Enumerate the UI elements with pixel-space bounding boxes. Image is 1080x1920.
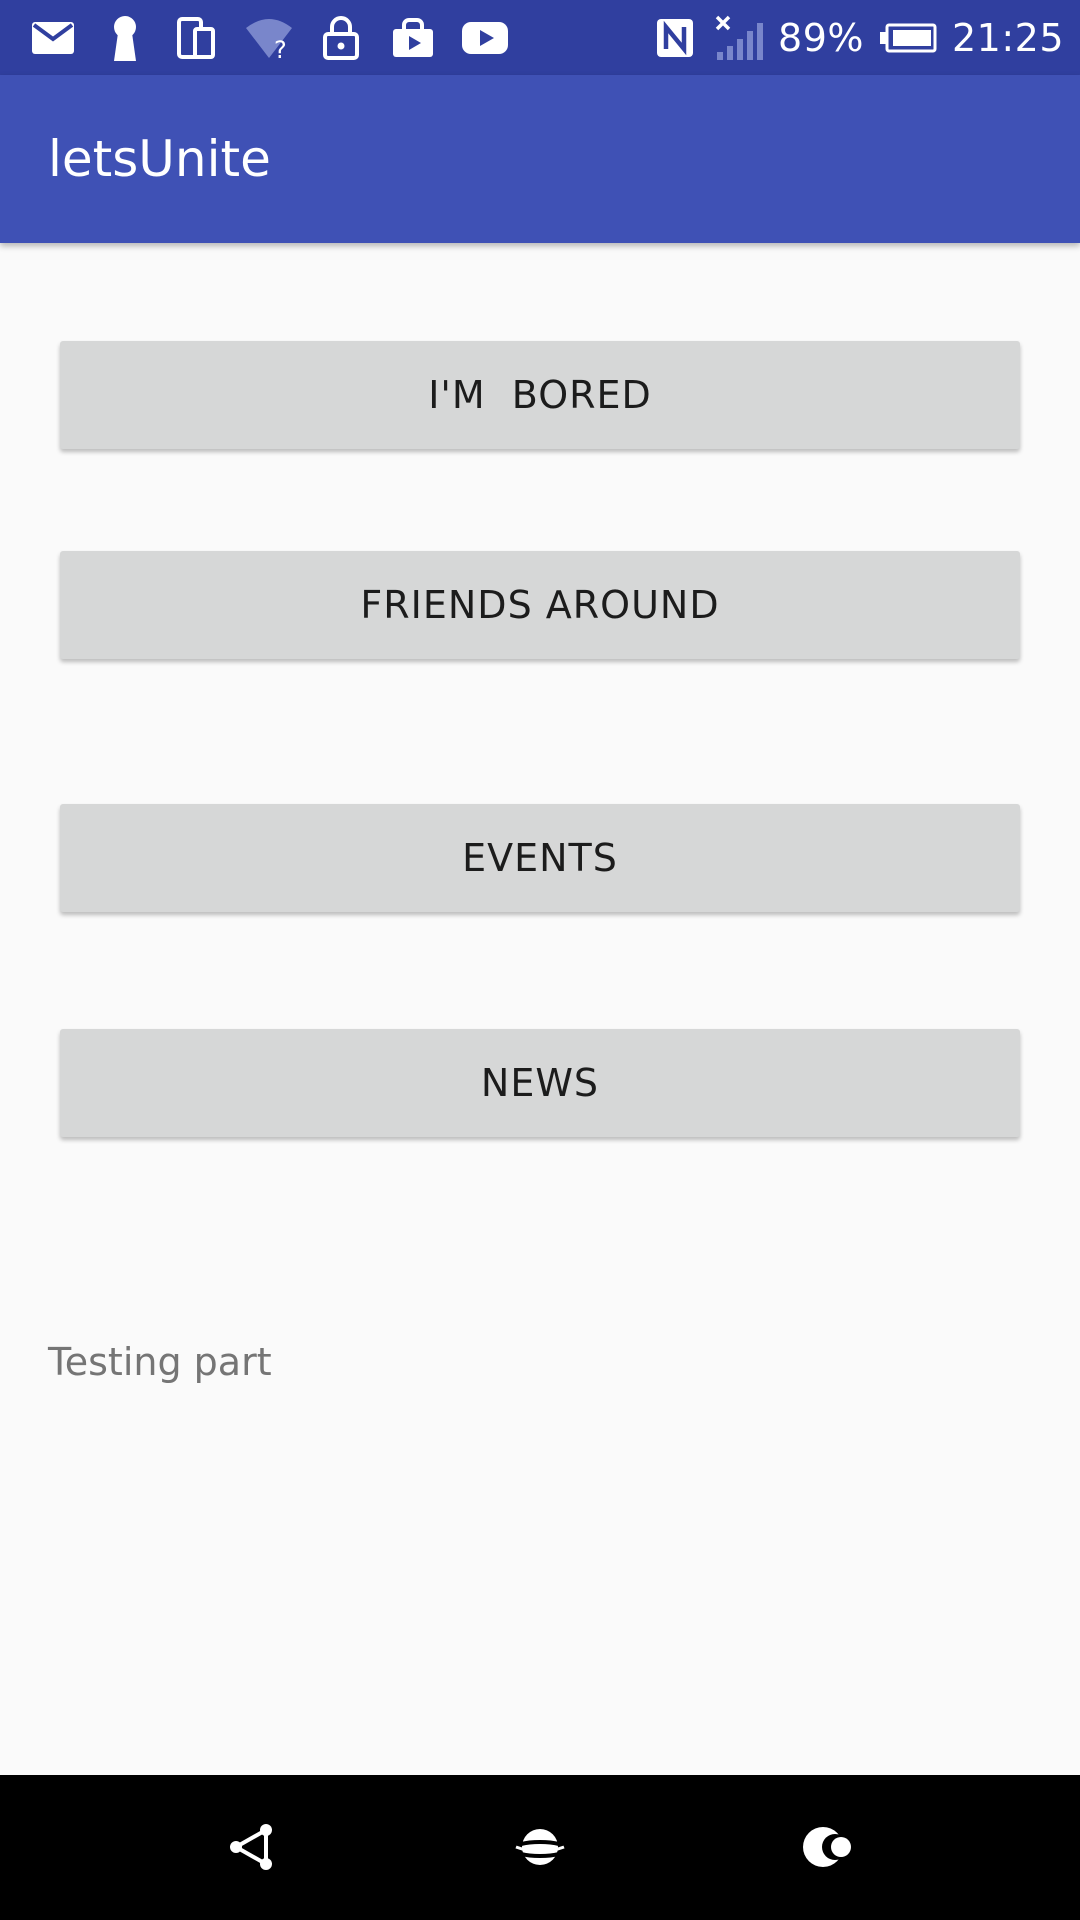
status-bar: ? 89% 21:25	[0, 0, 1080, 75]
lock-icon	[316, 13, 366, 63]
store-bag-icon	[388, 13, 438, 63]
signal-off-icon	[714, 13, 764, 63]
moon-icon[interactable]	[777, 1797, 877, 1897]
devices-icon	[172, 13, 222, 63]
app-title: letsUnite	[48, 130, 271, 188]
planet-icon[interactable]	[490, 1797, 590, 1897]
keyhole-icon	[100, 13, 150, 63]
youtube-icon	[460, 13, 510, 63]
share-node-icon[interactable]	[203, 1797, 303, 1897]
wifi-question-icon: ?	[244, 13, 294, 63]
nfc-icon	[650, 13, 700, 63]
im-bored-button[interactable]: I'M BORED	[60, 341, 1020, 449]
navigation-bar	[0, 1775, 1080, 1920]
status-time: 21:25	[951, 15, 1064, 60]
status-icons-right: 89% 21:25	[650, 0, 1064, 75]
app-bar: letsUnite	[0, 75, 1080, 243]
friends-around-button[interactable]: FRIENDS AROUND	[60, 551, 1020, 659]
news-button[interactable]: NEWS	[60, 1029, 1020, 1137]
testing-text: Testing part	[48, 1340, 272, 1384]
events-button[interactable]: EVENTS	[60, 804, 1020, 912]
status-icons-left: ?	[28, 0, 510, 75]
battery-icon	[878, 13, 938, 63]
mail-icon	[28, 13, 78, 63]
svg-text:?: ?	[274, 36, 287, 60]
battery-percent: 89%	[778, 15, 864, 60]
